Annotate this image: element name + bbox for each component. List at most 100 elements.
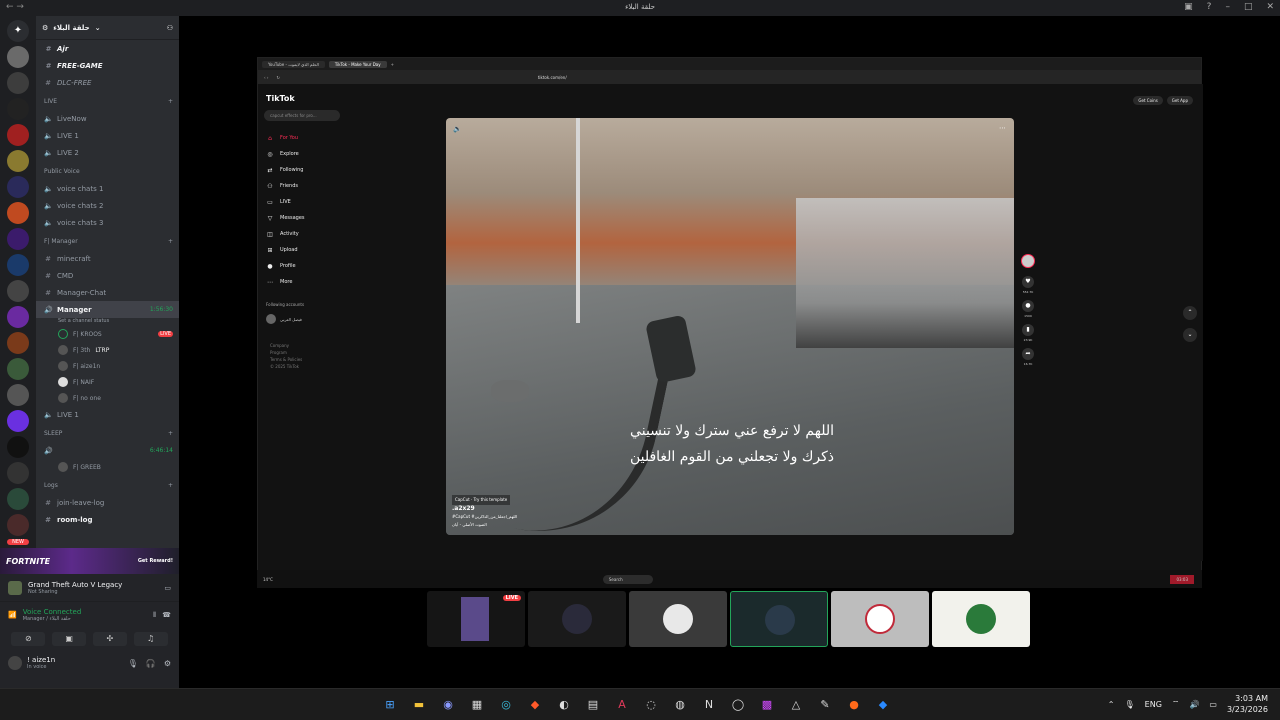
channel-status[interactable]: Set a channel status <box>36 318 179 326</box>
server-icon[interactable] <box>7 98 29 120</box>
app-icon[interactable]: ✎ <box>815 695 835 715</box>
noise-suppression-icon[interactable]: ⦀ <box>153 611 156 620</box>
plus-icon[interactable]: + <box>168 238 173 245</box>
participant-tile[interactable]: LIVE <box>427 591 525 647</box>
server-icon[interactable] <box>7 124 29 146</box>
channel-text[interactable]: # CMD <box>36 267 179 284</box>
app-icon[interactable]: ◌ <box>641 695 661 715</box>
get-reward-button[interactable]: Get Reward! <box>138 558 173 564</box>
voice-member[interactable]: F| NAIF <box>36 374 179 390</box>
server-icon[interactable] <box>7 254 29 276</box>
app-icon[interactable]: △ <box>786 695 806 715</box>
settings-gear-icon[interactable]: ⚙ <box>164 659 171 668</box>
channel-text[interactable]: # room-log <box>36 511 179 528</box>
add-member-icon[interactable]: ⚇ <box>167 24 173 32</box>
app-icon[interactable]: A <box>612 695 632 715</box>
channel-voice[interactable]: 🔈 voice chats 3 <box>36 214 179 231</box>
screen-share-icon[interactable]: ▭ <box>164 584 171 592</box>
channel-text[interactable]: # join-leave-log <box>36 494 179 511</box>
category-live[interactable]: LIVE + <box>36 93 179 110</box>
server-icon[interactable] <box>7 150 29 172</box>
server-icon[interactable] <box>7 462 29 484</box>
help-icon[interactable]: ? <box>1207 2 1212 12</box>
channel-text[interactable]: # FREE-GAME <box>36 57 179 74</box>
category-logs[interactable]: Logs + <box>36 477 179 494</box>
guild-header[interactable]: ⚙ حلقة البلاء ⌄ ⚇ <box>36 16 179 40</box>
channel-voice[interactable]: 🔈 voice chats 1 <box>36 180 179 197</box>
voice-member[interactable]: F| no one <box>36 390 179 406</box>
channel-text[interactable]: # DLC-FREE <box>36 74 179 91</box>
volume-icon[interactable]: 🔊 <box>1189 700 1199 709</box>
plus-icon[interactable]: + <box>168 430 173 437</box>
voice-member[interactable]: F| GREEB <box>36 459 179 475</box>
channel-voice[interactable]: 🔈 LIVE 1 <box>36 127 179 144</box>
ea-icon[interactable]: ● <box>844 695 864 715</box>
channel-voice-active[interactable]: 🔊 Manager 1:56:30 <box>36 301 179 318</box>
stream-stage[interactable]: YouTube - الحلم الذي لايموت TikTok - Mak… <box>179 16 1280 688</box>
participant-tile[interactable] <box>831 591 929 647</box>
avatar[interactable] <box>8 656 22 670</box>
windows-start-icon[interactable]: ⊞ <box>380 695 400 715</box>
participant-tile[interactable] <box>528 591 626 647</box>
disconnect-icon[interactable]: ☎ <box>162 611 171 619</box>
inbox-icon[interactable]: ▣ <box>1184 2 1193 12</box>
notion-icon[interactable]: N <box>699 695 719 715</box>
channel-voice[interactable]: 🔈 LiveNow <box>36 110 179 127</box>
category-sleep[interactable]: SLEEP + <box>36 425 179 442</box>
server-icon[interactable] <box>7 280 29 302</box>
user-row[interactable]: ! aize1n In voice 🎙 🎧 ⚙ <box>0 648 179 678</box>
server-icon[interactable] <box>7 332 29 354</box>
channel-text[interactable]: # Manager-Chat <box>36 284 179 301</box>
participant-tile[interactable] <box>932 591 1030 647</box>
camera-off-button[interactable]: ⊘ <box>11 632 46 646</box>
discord-app-icon[interactable]: ◉ <box>438 695 458 715</box>
activities-button[interactable]: ✣ <box>92 632 127 646</box>
screen-share-button[interactable]: ▣ <box>52 632 87 646</box>
voice-member[interactable]: F| aize1n <box>36 358 179 374</box>
channel-voice[interactable]: 🔊 6:46:14 <box>36 442 179 459</box>
battery-icon[interactable]: ▭ <box>1209 700 1217 709</box>
category-public[interactable]: Public Voice <box>36 163 179 180</box>
brave-icon[interactable]: ◆ <box>525 695 545 715</box>
voice-member[interactable]: F| 3th LTRP <box>36 342 179 358</box>
file-explorer-icon[interactable]: ▬ <box>409 695 429 715</box>
server-icon[interactable] <box>7 176 29 198</box>
server-icon[interactable] <box>7 228 29 250</box>
server-icon[interactable] <box>7 514 29 536</box>
store-icon[interactable]: ▦ <box>467 695 487 715</box>
maximize-button[interactable]: □ <box>1244 2 1253 12</box>
participant-tile-speaking[interactable] <box>730 591 828 647</box>
server-icon[interactable] <box>7 488 29 510</box>
activity-row[interactable]: Grand Theft Auto V Legacy Not Sharing ▭ <box>0 574 179 602</box>
channel-voice[interactable]: 🔈 LIVE 1 <box>36 406 179 423</box>
server-icon[interactable] <box>7 72 29 94</box>
overwolf-icon[interactable]: ◍ <box>670 695 690 715</box>
close-button[interactable]: ✕ <box>1266 2 1274 12</box>
server-icon[interactable] <box>7 202 29 224</box>
channel-text[interactable]: # Ajr <box>36 40 179 57</box>
wifi-icon[interactable]: ⌔ <box>1172 699 1180 709</box>
game-promo-banner[interactable]: FORTNITE Get Reward! <box>0 548 179 574</box>
microphone-icon[interactable]: 🎙 <box>128 659 138 668</box>
plus-icon[interactable]: + <box>168 98 173 105</box>
language-indicator[interactable]: ENG <box>1145 700 1162 709</box>
plus-icon[interactable]: + <box>168 482 173 489</box>
channel-voice[interactable]: 🔈 LIVE 2 <box>36 144 179 161</box>
channel-voice[interactable]: 🔈 voice chats 2 <box>36 197 179 214</box>
channel-text[interactable]: # minecraft <box>36 250 179 267</box>
server-icon[interactable] <box>7 358 29 380</box>
server-icon[interactable] <box>7 436 29 458</box>
app-icon[interactable]: ▩ <box>757 695 777 715</box>
system-clock[interactable]: 3:03 AM 3/23/2026 <box>1227 693 1268 715</box>
discord-home-icon[interactable]: ✦ <box>7 20 29 42</box>
voice-member[interactable]: F| KROOS LIVE <box>36 326 179 342</box>
microphone-icon[interactable]: 🎙 <box>1125 700 1135 709</box>
minimize-button[interactable]: – <box>1225 2 1230 12</box>
epic-games-icon[interactable]: ▤ <box>583 695 603 715</box>
app-icon[interactable]: ◆ <box>873 695 893 715</box>
server-icon[interactable] <box>7 410 29 432</box>
edge-icon[interactable]: ◎ <box>496 695 516 715</box>
participant-tile[interactable] <box>629 591 727 647</box>
chevron-up-icon[interactable]: ⌃ <box>1108 700 1115 709</box>
voice-connected-label[interactable]: Voice Connected <box>23 608 82 616</box>
